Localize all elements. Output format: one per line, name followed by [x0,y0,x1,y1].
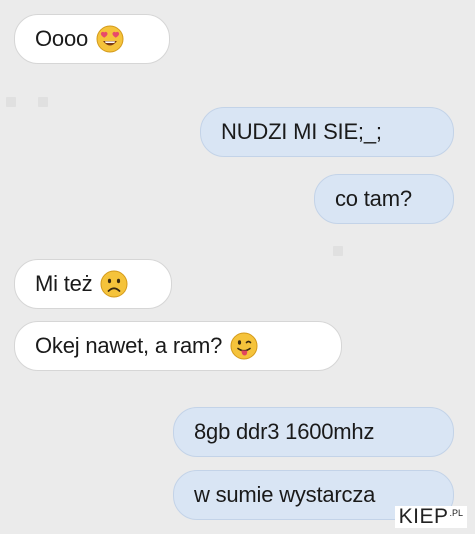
message-text: co tam? [335,186,412,211]
message-outgoing: NUDZI MI SIE;_; [200,107,454,157]
message-text: Mi też [35,271,93,296]
message-text: w sumie wystarcza [194,482,376,507]
message-text: Okej nawet, a ram? [35,333,223,358]
message-text: NUDZI MI SIE;_; [221,119,382,144]
message-text: 8gb ddr3 1600mhz [194,419,375,444]
kiep-watermark-logo: KIEP .PL [394,505,467,528]
chat-conversation: Oooo NUDZI MI SIE;_; co tam? Mi też Okej… [0,0,475,534]
tongue-out-emoji-icon [230,332,258,360]
message-text: Oooo [35,26,89,51]
heart-eyes-emoji-icon [96,25,124,53]
message-outgoing: 8gb ddr3 1600mhz [173,407,454,457]
message-outgoing: co tam? [314,174,454,224]
message-incoming: Okej nawet, a ram? [14,321,342,371]
message-incoming: Oooo [14,14,170,64]
message-incoming: Mi też [14,259,172,309]
watermark-tld: .PL [449,508,463,518]
decorative-dot [6,97,16,107]
decorative-dot [38,97,48,107]
watermark-text: KIEP [398,505,449,528]
decorative-dot [333,246,343,256]
sad-face-emoji-icon [100,270,128,298]
